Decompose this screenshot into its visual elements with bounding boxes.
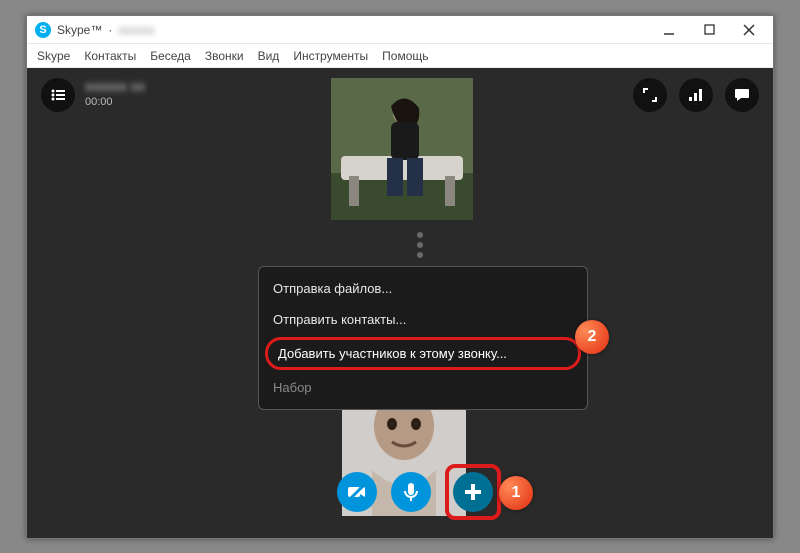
- pagination-dots: [417, 232, 423, 258]
- signal-icon: [688, 87, 704, 103]
- fullscreen-button[interactable]: [633, 78, 667, 112]
- menu-add-participants[interactable]: Добавить участников к этому звонку...: [265, 337, 581, 370]
- mic-toggle-button[interactable]: [391, 472, 431, 512]
- plus-icon: [462, 481, 484, 503]
- dot-icon: [417, 252, 423, 258]
- title-contact: xxxxxx: [118, 23, 154, 37]
- chat-button[interactable]: [725, 78, 759, 112]
- dot-icon: [417, 242, 423, 248]
- menu-send-contacts[interactable]: Отправить контакты...: [259, 304, 587, 335]
- annotation-badge-1: 1: [499, 476, 533, 510]
- add-button-highlight: [445, 464, 501, 520]
- close-button[interactable]: [729, 18, 769, 42]
- menu-dialpad[interactable]: Набор: [259, 372, 587, 403]
- menu-help[interactable]: Помощь: [382, 49, 428, 63]
- camera-toggle-button[interactable]: [337, 472, 377, 512]
- menu-view[interactable]: Вид: [258, 49, 280, 63]
- skype-logo-icon: [35, 22, 51, 38]
- add-menu-popup: Отправка файлов... Отправить контакты...…: [258, 266, 588, 410]
- call-controls: [337, 464, 501, 520]
- camera-off-icon: [346, 481, 368, 503]
- app-title: Skype™: [57, 23, 102, 37]
- title-separator: ·: [108, 23, 112, 37]
- fullscreen-icon: [643, 88, 657, 102]
- remote-video-tile: [331, 78, 473, 220]
- skype-window: Skype™ · xxxxxx Skype Контакты Беседа Зв…: [26, 15, 774, 539]
- maximize-icon: [704, 24, 715, 35]
- call-timer: 00:00: [85, 96, 145, 108]
- menubar: Skype Контакты Беседа Звонки Вид Инструм…: [27, 44, 773, 68]
- remote-avatar-image: [331, 78, 473, 220]
- close-icon: [743, 24, 755, 36]
- dot-icon: [417, 232, 423, 238]
- menu-calls[interactable]: Звонки: [205, 49, 244, 63]
- maximize-button[interactable]: [689, 18, 729, 42]
- annotation-badge-2: 2: [575, 320, 609, 354]
- menu-skype[interactable]: Skype: [37, 49, 70, 63]
- menu-contacts[interactable]: Контакты: [84, 49, 136, 63]
- menu-conversation[interactable]: Беседа: [150, 49, 191, 63]
- menu-tools[interactable]: Инструменты: [293, 49, 368, 63]
- recent-list-button[interactable]: [41, 78, 75, 112]
- contact-name: xxxxxx xx: [85, 78, 145, 94]
- call-info-text: xxxxxx xx 00:00: [85, 78, 145, 108]
- minimize-icon: [663, 24, 675, 36]
- add-button[interactable]: [453, 472, 493, 512]
- call-top-actions: [633, 78, 759, 112]
- titlebar: Skype™ · xxxxxx: [27, 16, 773, 44]
- titlebar-left: Skype™ · xxxxxx: [35, 22, 154, 38]
- menu-send-files[interactable]: Отправка файлов...: [259, 273, 587, 304]
- call-info-panel: xxxxxx xx 00:00: [41, 78, 145, 112]
- window-controls: [649, 18, 769, 42]
- call-area: xxxxxx xx 00:00: [27, 68, 773, 538]
- minimize-button[interactable]: [649, 18, 689, 42]
- call-quality-button[interactable]: [679, 78, 713, 112]
- chat-icon: [734, 87, 750, 103]
- list-icon: [50, 87, 66, 103]
- mic-icon: [400, 481, 422, 503]
